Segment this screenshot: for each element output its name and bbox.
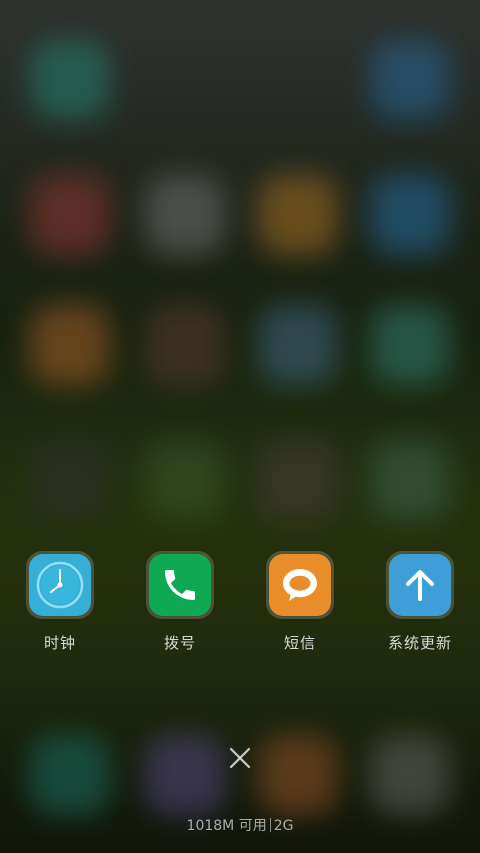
recent-app-clock[interactable]: 时钟 bbox=[10, 551, 110, 653]
app-label: 时钟 bbox=[43, 634, 76, 652]
message-icon bbox=[269, 554, 331, 616]
memory-status: 1018M 可用 2G bbox=[0, 815, 480, 835]
recent-app-dialer[interactable]: 拨号 bbox=[130, 551, 230, 653]
app-label: 短信 bbox=[283, 634, 316, 652]
app-label: 拨号 bbox=[163, 634, 196, 652]
close-icon bbox=[229, 747, 251, 769]
recent-apps-row: 时钟 拨号 短信 系统更新 bbox=[0, 551, 480, 661]
blurred-wallpaper bbox=[0, 0, 480, 853]
arrow-up-icon bbox=[389, 554, 451, 616]
app-label: 系统更新 bbox=[387, 634, 452, 652]
clock-icon bbox=[29, 554, 91, 616]
divider bbox=[269, 818, 271, 832]
recent-app-messages[interactable]: 短信 bbox=[250, 551, 350, 653]
phone-icon bbox=[149, 554, 211, 616]
memory-available: 1018M 可用 bbox=[186, 818, 267, 834]
clear-all-button[interactable] bbox=[222, 740, 258, 776]
memory-total: 2G bbox=[273, 818, 294, 834]
recent-app-system-update[interactable]: 系统更新 bbox=[370, 551, 470, 653]
